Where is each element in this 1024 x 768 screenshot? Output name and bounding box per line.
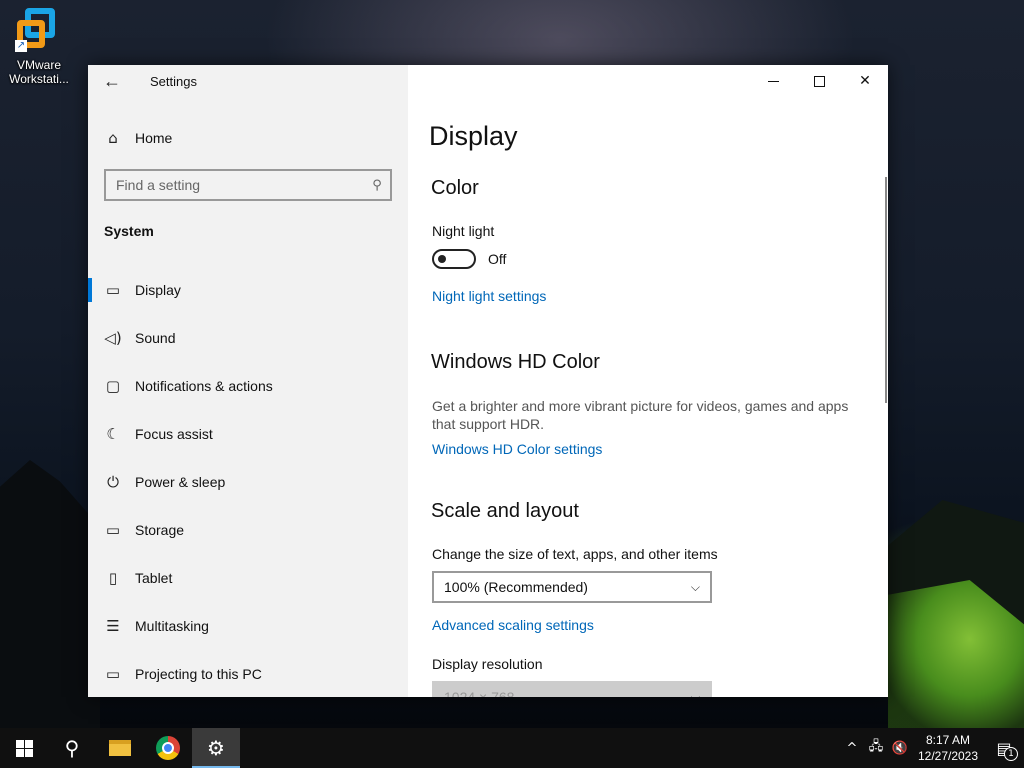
volume-muted-icon[interactable]: 🔇 bbox=[888, 741, 912, 756]
search-field[interactable]: ⚲ bbox=[104, 169, 392, 201]
scale-size-label: Change the size of text, apps, and other… bbox=[432, 546, 718, 562]
section-heading-scale-layout: Scale and layout bbox=[431, 500, 579, 522]
search-taskbar-button[interactable]: ⚲ bbox=[48, 728, 96, 768]
speaker-icon: ◁) bbox=[104, 329, 122, 347]
start-button[interactable] bbox=[0, 728, 48, 768]
sidebar-item-home[interactable]: ⌂ Home bbox=[88, 121, 408, 155]
main-content: ✕ Display Color Night light Off Night li… bbox=[408, 65, 888, 697]
sidebar-item-label: Projecting to this PC bbox=[135, 666, 262, 682]
projector-icon: ▭ bbox=[105, 665, 121, 683]
night-light-toggle-row: Off bbox=[432, 249, 506, 269]
home-icon: ⌂ bbox=[108, 129, 118, 147]
sidebar-item-label: Display bbox=[135, 282, 181, 298]
toggle-knob bbox=[438, 255, 446, 263]
hd-color-description: Get a brighter and more vibrant picture … bbox=[432, 398, 849, 432]
night-light-toggle[interactable] bbox=[432, 249, 476, 269]
minimize-button[interactable] bbox=[750, 65, 796, 97]
window-controls: ✕ bbox=[750, 65, 888, 97]
search-input[interactable] bbox=[106, 171, 364, 199]
sidebar-item-notifications[interactable]: ▢ Notifications & actions bbox=[88, 362, 408, 410]
section-heading-color: Color bbox=[431, 177, 479, 199]
night-light-settings-link[interactable]: Night light settings bbox=[432, 288, 546, 304]
desktop-icon-vmware[interactable]: ↗ VMware Workstati... bbox=[4, 6, 74, 86]
display-resolution-label: Display resolution bbox=[432, 656, 543, 672]
sidebar-nav-list: ▭ Display ◁) Sound ▢ Notifications & act… bbox=[88, 266, 408, 697]
sidebar-item-multitasking[interactable]: ☰ Multitasking bbox=[88, 602, 408, 650]
notifications-icon: ▢ bbox=[105, 377, 121, 395]
back-arrow-icon: ← bbox=[103, 71, 121, 91]
close-icon: ✕ bbox=[859, 73, 871, 89]
storage-drive-icon: ▭ bbox=[105, 521, 121, 539]
sidebar-item-label: Notifications & actions bbox=[135, 378, 273, 394]
sidebar: ← Settings ⌂ Home ⚲ System ▭ Display ◁) … bbox=[88, 65, 408, 697]
scrollbar[interactable] bbox=[885, 177, 887, 403]
sidebar-item-label: Tablet bbox=[135, 570, 173, 586]
night-light-state: Off bbox=[488, 251, 507, 267]
sidebar-item-storage[interactable]: ▭ Storage bbox=[88, 506, 408, 554]
folder-icon bbox=[109, 740, 131, 756]
mountain-silhouette-left bbox=[0, 460, 100, 728]
sidebar-item-power-sleep[interactable]: ⏻ Power & sleep bbox=[88, 458, 408, 506]
night-light-label: Night light bbox=[432, 223, 495, 239]
power-icon: ⏻ bbox=[107, 473, 119, 491]
page-title: Display bbox=[429, 121, 518, 151]
hd-color-settings-link[interactable]: Windows HD Color settings bbox=[432, 441, 602, 457]
system-tray: ^ 🖧 🔇 8:17 AM 12/27/2023 ▤ 1 bbox=[840, 728, 1024, 768]
gear-icon: ⚙ bbox=[207, 736, 225, 760]
network-icon[interactable]: 🖧 bbox=[864, 737, 888, 759]
search-icon: ⚲ bbox=[64, 736, 80, 760]
sidebar-item-tablet[interactable]: ▯ Tablet bbox=[88, 554, 408, 602]
sidebar-item-label: Focus assist bbox=[135, 426, 213, 442]
sidebar-item-sound[interactable]: ◁) Sound bbox=[88, 314, 408, 362]
sidebar-item-label: Sound bbox=[135, 330, 176, 346]
action-center-button[interactable]: ▤ 1 bbox=[984, 728, 1024, 768]
file-explorer-button[interactable] bbox=[96, 728, 144, 768]
maximize-button[interactable] bbox=[796, 65, 842, 97]
clock-time: 8:17 AM bbox=[925, 733, 971, 747]
search-icon: ⚲ bbox=[372, 177, 382, 193]
close-button[interactable]: ✕ bbox=[842, 65, 888, 97]
clock-date: 12/27/2023 bbox=[917, 749, 979, 763]
tablet-icon: ▯ bbox=[108, 569, 118, 587]
sidebar-item-display[interactable]: ▭ Display bbox=[88, 266, 408, 314]
settings-window: ← Settings ⌂ Home ⚲ System ▭ Display ◁) … bbox=[88, 65, 888, 697]
multitasking-icon: ☰ bbox=[106, 617, 120, 635]
desktop-icon-label: VMware Workstati... bbox=[9, 58, 69, 86]
chevron-up-icon[interactable]: ^ bbox=[840, 741, 864, 756]
vmware-icon: ↗ bbox=[15, 6, 63, 54]
sidebar-item-label: Storage bbox=[135, 522, 185, 538]
settings-taskbar-button[interactable]: ⚙ bbox=[192, 728, 240, 768]
sidebar-item-label: Home bbox=[135, 130, 173, 146]
advanced-scaling-settings-link[interactable]: Advanced scaling settings bbox=[432, 617, 594, 633]
taskbar: ⚲ ⚙ ^ 🖧 🔇 8:17 AM 12/27/2023 ▤ 1 bbox=[0, 728, 1024, 768]
chevron-down-icon: ⌵ bbox=[690, 579, 700, 594]
clock[interactable]: 8:17 AM 12/27/2023 bbox=[912, 732, 984, 764]
window-title: Settings bbox=[150, 74, 197, 89]
minimize-icon bbox=[767, 80, 779, 82]
resolution-dropdown-value: 1024 × 768 bbox=[444, 689, 515, 697]
sidebar-item-label: Power & sleep bbox=[135, 474, 226, 490]
section-heading-hd-color: Windows HD Color bbox=[431, 351, 600, 373]
scale-dropdown[interactable]: 100% (Recommended) ⌵ bbox=[432, 571, 712, 603]
chrome-button[interactable] bbox=[144, 728, 192, 768]
sidebar-item-label: Multitasking bbox=[135, 618, 209, 634]
sidebar-item-projecting[interactable]: ▭ Projecting to this PC bbox=[88, 650, 408, 697]
windows-logo-icon bbox=[15, 739, 33, 757]
monitor-icon: ▭ bbox=[105, 281, 121, 299]
chevron-down-icon: ⌵ bbox=[690, 689, 700, 698]
sidebar-item-focus-assist[interactable]: ☾ Focus assist bbox=[88, 410, 408, 458]
notification-count-badge: 1 bbox=[1004, 747, 1018, 761]
moon-icon: ☾ bbox=[106, 425, 120, 443]
maximize-icon bbox=[813, 75, 825, 87]
scale-dropdown-value: 100% (Recommended) bbox=[444, 579, 588, 595]
section-heading-system: System bbox=[104, 223, 154, 239]
resolution-dropdown[interactable]: 1024 × 768 ⌵ bbox=[432, 681, 712, 697]
chrome-icon bbox=[156, 736, 180, 760]
back-button[interactable]: ← bbox=[100, 69, 124, 93]
shortcut-arrow-icon: ↗ bbox=[15, 40, 27, 52]
